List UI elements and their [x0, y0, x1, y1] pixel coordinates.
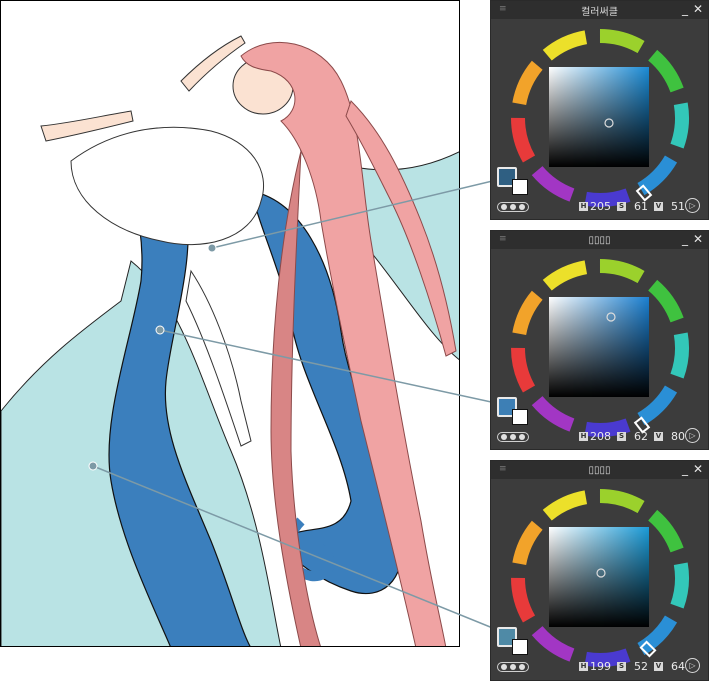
h-label: H [579, 202, 588, 211]
panel-title: ▯▯▯▯ [588, 234, 611, 246]
close-button[interactable]: ✕ [693, 2, 703, 16]
grip-icon[interactable]: ≡ [499, 5, 508, 14]
hsv-readout: H 208 S 62 V 80 [579, 430, 689, 443]
h-value: 205 [590, 200, 611, 213]
background-color-swatch[interactable] [512, 639, 528, 655]
minimize-button[interactable]: _ [682, 462, 688, 476]
h-label: H [579, 662, 588, 671]
play-icon[interactable]: ▷ [685, 428, 700, 443]
minimize-button[interactable]: _ [682, 2, 688, 16]
background-color-swatch[interactable] [512, 179, 528, 195]
close-button[interactable]: ✕ [693, 232, 703, 246]
v-value: 64 [671, 660, 685, 673]
s-label: S [617, 202, 626, 211]
s-value: 62 [634, 430, 648, 443]
color-mode-toggle[interactable] [497, 202, 529, 212]
s-value: 61 [634, 200, 648, 213]
hsv-readout: H 205 S 61 V 51 [579, 200, 689, 213]
grip-icon[interactable]: ≡ [499, 235, 508, 244]
v-label: V [654, 662, 663, 671]
play-icon[interactable]: ▷ [685, 198, 700, 213]
color-circle-panel-2: ≡ ▯▯▯▯ _ ✕ H 208 S 62 V 80 ▷ [490, 230, 709, 450]
illustration [1, 35, 459, 646]
h-label: H [579, 432, 588, 441]
panel-title: ▯▯▯▯ [588, 464, 611, 476]
minimize-button[interactable]: _ [682, 232, 688, 246]
color-mode-toggle[interactable] [497, 432, 529, 442]
v-label: V [654, 432, 663, 441]
v-label: V [654, 202, 663, 211]
hue-wheel[interactable] [509, 257, 691, 439]
s-label: S [617, 432, 626, 441]
panel-title: 컬러써클 [581, 6, 618, 18]
panel-titlebar[interactable]: ≡ 컬러써클 _ ✕ [491, 1, 708, 19]
color-mode-toggle[interactable] [497, 662, 529, 672]
hue-wheel[interactable] [509, 487, 691, 669]
hue-wheel[interactable] [509, 27, 691, 209]
v-value: 51 [671, 200, 685, 213]
hsv-readout: H 199 S 52 V 64 [579, 660, 689, 673]
close-button[interactable]: ✕ [693, 462, 703, 476]
s-value: 52 [634, 660, 648, 673]
grip-icon[interactable]: ≡ [499, 465, 508, 474]
color-circle-panel-1: ≡ 컬러써클 _ ✕ H 205 S 61 V 51 ▷ [490, 0, 709, 220]
h-value: 208 [590, 430, 611, 443]
s-label: S [617, 662, 626, 671]
background-color-swatch[interactable] [512, 409, 528, 425]
panel-titlebar[interactable]: ≡ ▯▯▯▯ _ ✕ [491, 461, 708, 479]
play-icon[interactable]: ▷ [685, 658, 700, 673]
color-circle-panel-3: ≡ ▯▯▯▯ _ ✕ H 199 S 52 V 64 ▷ [490, 460, 709, 681]
frill-skirt [70, 126, 265, 246]
v-value: 80 [671, 430, 685, 443]
panel-titlebar[interactable]: ≡ ▯▯▯▯ _ ✕ [491, 231, 708, 249]
h-value: 199 [590, 660, 611, 673]
drawing-canvas[interactable] [0, 0, 460, 647]
